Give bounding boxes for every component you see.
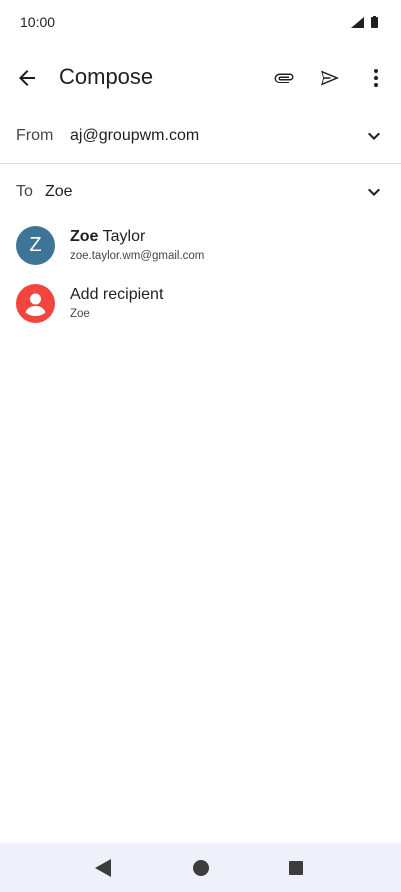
battery-icon [371, 16, 378, 28]
nav-recents-icon[interactable] [289, 861, 303, 875]
to-label: To [16, 183, 33, 200]
nav-back-icon[interactable] [95, 859, 111, 877]
add-recipient-subtitle: Zoe [70, 308, 90, 320]
from-field[interactable]: From aj@groupwm.com [0, 110, 401, 162]
contact-suggestion-zoe-taylor[interactable]: Z Zoe Taylor zoe.taylor.wm@gmail.com [0, 218, 401, 274]
back-icon[interactable] [15, 66, 39, 90]
top-app-bar: Compose [0, 52, 401, 104]
attach-icon[interactable] [272, 66, 296, 90]
chevron-down-icon[interactable] [362, 180, 386, 204]
from-value[interactable]: aj@groupwm.com [70, 127, 199, 145]
contact-name-rest: Taylor [98, 228, 146, 245]
chevron-down-icon[interactable] [362, 124, 386, 148]
signal-icon [351, 17, 364, 28]
to-input[interactable]: Zoe [45, 183, 73, 201]
contact-email: zoe.taylor.wm@gmail.com [70, 250, 205, 262]
more-vert-icon[interactable] [364, 66, 388, 90]
person-icon [25, 293, 46, 316]
page-title: Compose [59, 64, 154, 89]
add-recipient-suggestion[interactable]: Add recipient Zoe [0, 276, 401, 332]
nav-home-icon[interactable] [193, 860, 209, 876]
contact-name: Zoe Taylor [70, 228, 145, 246]
status-bar: 10:00 [0, 0, 401, 44]
avatar: Z [16, 226, 55, 265]
to-field[interactable]: To Zoe [0, 166, 401, 216]
system-nav-bar [0, 843, 401, 892]
divider [0, 163, 401, 164]
status-time: 10:00 [20, 14, 56, 30]
avatar-letter: Z [29, 234, 42, 256]
avatar [16, 284, 55, 323]
contact-name-match: Zoe [70, 228, 99, 245]
send-icon[interactable] [318, 66, 342, 90]
add-recipient-label: Add recipient [70, 286, 164, 303]
from-label: From [16, 127, 54, 144]
